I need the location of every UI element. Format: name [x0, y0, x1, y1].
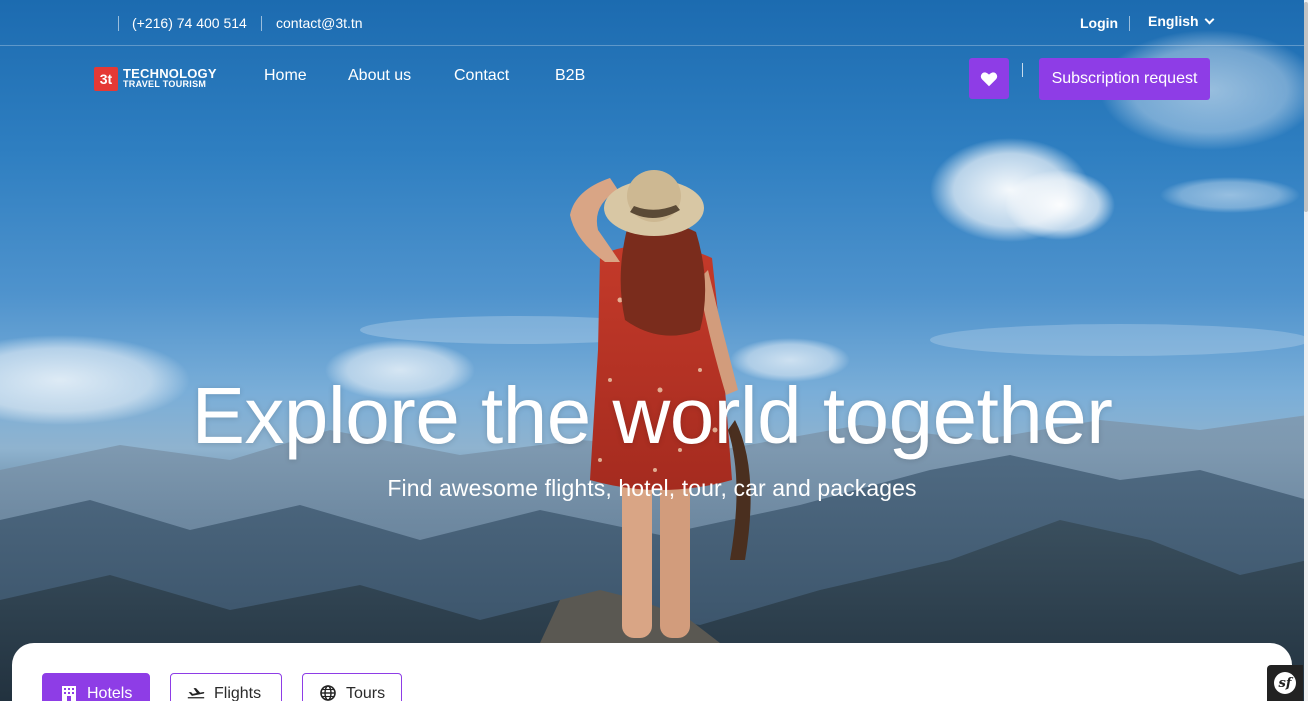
- cloud: [1160, 177, 1300, 213]
- tab-hotels-label: Hotels: [87, 685, 133, 701]
- tab-flights[interactable]: Flights: [170, 673, 282, 701]
- tab-hotels[interactable]: Hotels: [42, 673, 150, 701]
- symfony-icon: sf: [1274, 672, 1296, 694]
- logo-line-2: TRAVEL TOURISM: [123, 79, 207, 89]
- divider: [1129, 16, 1130, 31]
- globe-icon: [319, 685, 337, 701]
- plane-icon: [187, 685, 205, 701]
- site-logo[interactable]: 3t TECHNOLOGY TRAVEL TOURISM: [93, 66, 217, 92]
- language-label: English: [1148, 13, 1199, 29]
- top-bar: (+216) 74 400 514 contact@3t.tn Login En…: [0, 0, 1308, 46]
- email-link[interactable]: contact@3t.tn: [276, 15, 363, 31]
- hero-background: [0, 0, 1308, 701]
- hero-title: Explore the world together: [191, 371, 1113, 460]
- logo-mark-icon: 3t: [93, 66, 119, 92]
- divider: [1022, 63, 1023, 77]
- cloud: [930, 324, 1308, 356]
- tab-tours-label: Tours: [346, 685, 386, 701]
- debug-toolbar-toggle[interactable]: sf: [1267, 665, 1303, 701]
- chevron-down-icon: [1204, 14, 1215, 25]
- divider: [118, 16, 119, 31]
- logo-text: TECHNOLOGY TRAVEL TOURISM: [123, 66, 217, 90]
- favorites-button[interactable]: [969, 58, 1009, 99]
- svg-text:3t: 3t: [100, 71, 113, 87]
- tab-tours[interactable]: Tours: [302, 673, 402, 701]
- cloud: [1005, 170, 1115, 240]
- hero-scenery: [0, 30, 1308, 701]
- subscription-request-button[interactable]: Subscription request: [1039, 58, 1210, 100]
- nav-b2b[interactable]: B2B: [555, 67, 585, 85]
- nav-about[interactable]: About us: [348, 67, 411, 85]
- hero-subtitle: Find awesome flights, hotel, tour, car a…: [387, 475, 917, 501]
- hotel-icon: [60, 685, 78, 701]
- nav-home[interactable]: Home: [264, 67, 307, 85]
- divider: [261, 16, 262, 31]
- page-scrollbar-thumb[interactable]: [1304, 2, 1308, 212]
- language-selector[interactable]: English: [1148, 13, 1215, 29]
- heart-icon: [980, 71, 998, 86]
- phone-link[interactable]: (+216) 74 400 514: [132, 15, 247, 31]
- login-link[interactable]: Login: [1080, 15, 1118, 31]
- logo-line-1: TECHNOLOGY: [123, 66, 217, 81]
- tab-flights-label: Flights: [214, 685, 262, 701]
- nav-contact[interactable]: Contact: [454, 67, 509, 85]
